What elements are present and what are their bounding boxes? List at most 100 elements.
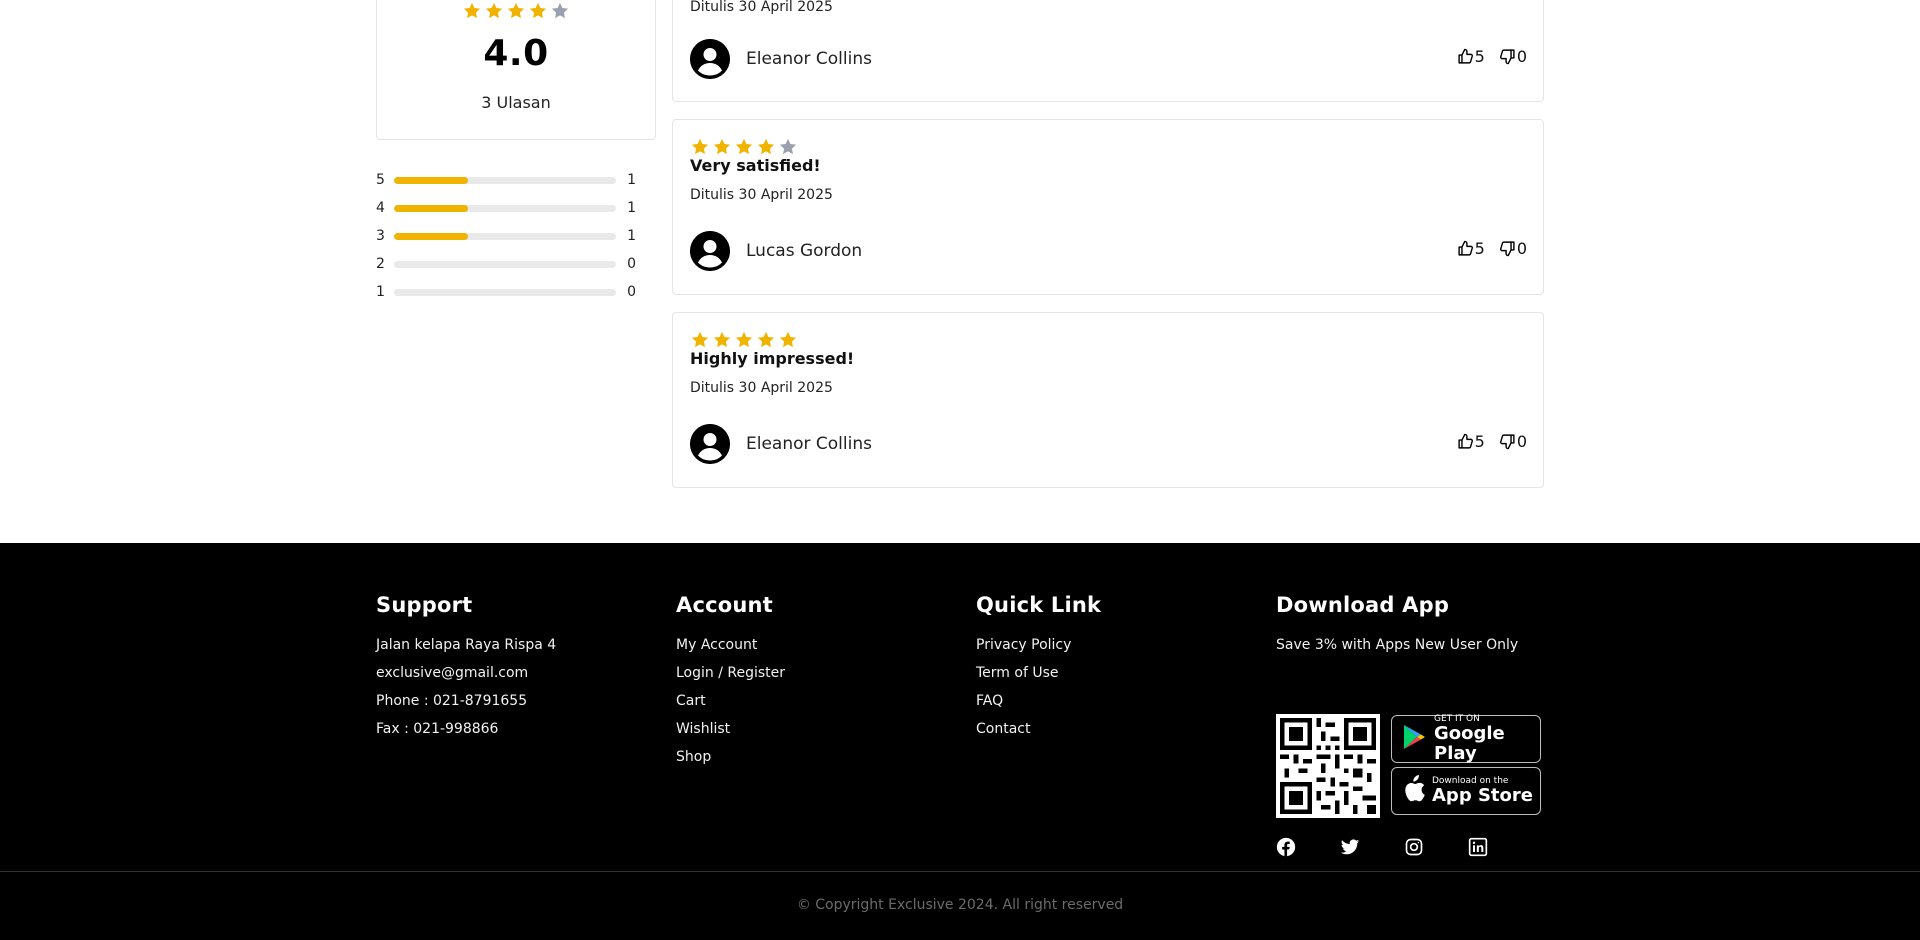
review-card: Ditulis 30 April 2025 Eleanor Collins 5 …	[672, 0, 1544, 102]
rating-distribution: 5 1 4 1 3 1 2 0 1 0	[376, 166, 636, 306]
distribution-count: 0	[627, 284, 636, 300]
average-rating: 4.0	[483, 33, 549, 74]
footer-link-faq[interactable]: FAQ	[976, 687, 1101, 715]
avatar	[690, 39, 730, 79]
footer-link-shop[interactable]: Shop	[676, 743, 785, 771]
distribution-bar	[393, 288, 617, 296]
review-stars	[690, 330, 798, 350]
dislike-button[interactable]: 0	[1499, 432, 1527, 451]
distribution-bar-fill	[393, 176, 468, 184]
rating-summary-card: 4.0 3 Ulasan	[376, 0, 656, 140]
instagram-icon[interactable]	[1404, 837, 1424, 857]
review-author: Eleanor Collins	[690, 39, 872, 79]
dislike-count: 0	[1516, 432, 1527, 451]
review-votes: 5 0	[1457, 239, 1527, 258]
distribution-star-label: 4	[376, 200, 385, 216]
footer-link-login-register[interactable]: Login / Register	[676, 659, 785, 687]
dislike-button[interactable]: 0	[1499, 239, 1527, 258]
google-play-icon	[1400, 723, 1428, 755]
review-date: Ditulis 30 April 2025	[690, 380, 833, 396]
footer-download-app: Download App Save 3% with Apps New User …	[1276, 593, 1546, 873]
app-store-big-text: App Store	[1432, 785, 1533, 806]
distribution-star-label: 5	[376, 172, 385, 188]
footer-heading-support: Support	[376, 593, 473, 617]
distribution-count: 0	[627, 256, 636, 272]
dislike-count: 0	[1516, 47, 1527, 66]
like-button[interactable]: 5	[1457, 239, 1485, 258]
star-filled-icon	[690, 137, 710, 157]
star-filled-icon	[528, 1, 548, 21]
footer-heading-account: Account	[676, 593, 773, 617]
distribution-bar	[393, 232, 617, 240]
star-filled-icon	[734, 330, 754, 350]
distribution-bar	[393, 204, 617, 212]
star-filled-icon	[756, 137, 776, 157]
dislike-button[interactable]: 0	[1499, 47, 1527, 66]
star-filled-icon	[462, 1, 482, 21]
like-count: 5	[1474, 47, 1485, 66]
footer-link-my-account[interactable]: My Account	[676, 631, 785, 659]
review-title: Very satisfied!	[690, 156, 821, 175]
review-stars	[690, 137, 798, 157]
app-store-button[interactable]: Download on the App Store	[1391, 767, 1541, 815]
author-name: Eleanor Collins	[746, 434, 872, 454]
download-promo: Save 3% with Apps New User Only	[1276, 637, 1519, 653]
footer-account: Account My Account Login / Register Cart…	[676, 593, 785, 771]
footer-link-wishlist[interactable]: Wishlist	[676, 715, 785, 743]
footer: Support Jalan kelapa Raya Rispa 4 exclus…	[0, 543, 1920, 940]
distribution-row-2: 2 0	[376, 250, 636, 278]
distribution-count: 1	[627, 228, 636, 244]
like-button[interactable]: 5	[1457, 47, 1485, 66]
distribution-row-4: 4 1	[376, 194, 636, 222]
thumbs-down-icon	[1499, 240, 1516, 257]
review-card: Highly impressed! Ditulis 30 April 2025 …	[672, 312, 1544, 488]
distribution-star-label: 1	[376, 284, 385, 300]
distribution-count: 1	[627, 172, 636, 188]
footer-link-contact[interactable]: Contact	[976, 715, 1101, 743]
review-card: Very satisfied! Ditulis 30 April 2025 Lu…	[672, 119, 1544, 295]
thumbs-down-icon	[1499, 48, 1516, 65]
star-filled-icon	[756, 330, 776, 350]
star-filled-icon	[484, 1, 504, 21]
support-phone: Phone : 021-8791655	[376, 693, 528, 709]
apple-icon	[1400, 775, 1426, 807]
twitter-icon[interactable]	[1340, 837, 1360, 857]
author-name: Lucas Gordon	[746, 241, 863, 261]
author-name: Eleanor Collins	[746, 49, 872, 69]
review-votes: 5 0	[1457, 432, 1527, 451]
star-filled-icon	[712, 137, 732, 157]
google-play-big-text: Google Play	[1434, 723, 1505, 764]
support-address: Jalan kelapa Raya Rispa 4	[376, 637, 557, 653]
star-filled-icon	[690, 330, 710, 350]
review-author: Lucas Gordon	[690, 231, 862, 271]
distribution-row-5: 5 1	[376, 166, 636, 194]
thumbs-down-icon	[1499, 433, 1516, 450]
thumbs-up-icon	[1457, 240, 1474, 257]
distribution-bar	[393, 260, 617, 268]
linkedin-icon[interactable]	[1468, 837, 1488, 857]
distribution-bar-fill	[393, 232, 468, 240]
review-title: Highly impressed!	[690, 349, 855, 368]
footer-link-privacy-policy[interactable]: Privacy Policy	[976, 631, 1101, 659]
summary-stars	[377, 1, 655, 21]
thumbs-up-icon	[1457, 48, 1474, 65]
footer-support: Support Jalan kelapa Raya Rispa 4 exclus…	[376, 593, 556, 743]
star-empty-icon	[778, 137, 798, 157]
star-filled-icon	[506, 1, 526, 21]
like-count: 5	[1474, 239, 1485, 258]
footer-link-cart[interactable]: Cart	[676, 687, 785, 715]
footer-divider	[0, 871, 1920, 872]
facebook-icon[interactable]	[1276, 837, 1296, 857]
footer-heading-quick-link: Quick Link	[976, 593, 1102, 617]
review-author: Eleanor Collins	[690, 424, 872, 464]
like-button[interactable]: 5	[1457, 432, 1485, 451]
distribution-star-label: 2	[376, 256, 385, 272]
distribution-bar	[393, 176, 617, 184]
thumbs-up-icon	[1457, 433, 1474, 450]
google-play-button[interactable]: GET IT ON Google Play	[1391, 714, 1541, 764]
qr-code[interactable]	[1276, 714, 1380, 818]
star-filled-icon	[734, 137, 754, 157]
distribution-star-label: 3	[376, 228, 385, 244]
star-empty-icon	[550, 1, 570, 21]
footer-link-term-of-use[interactable]: Term of Use	[976, 659, 1101, 687]
